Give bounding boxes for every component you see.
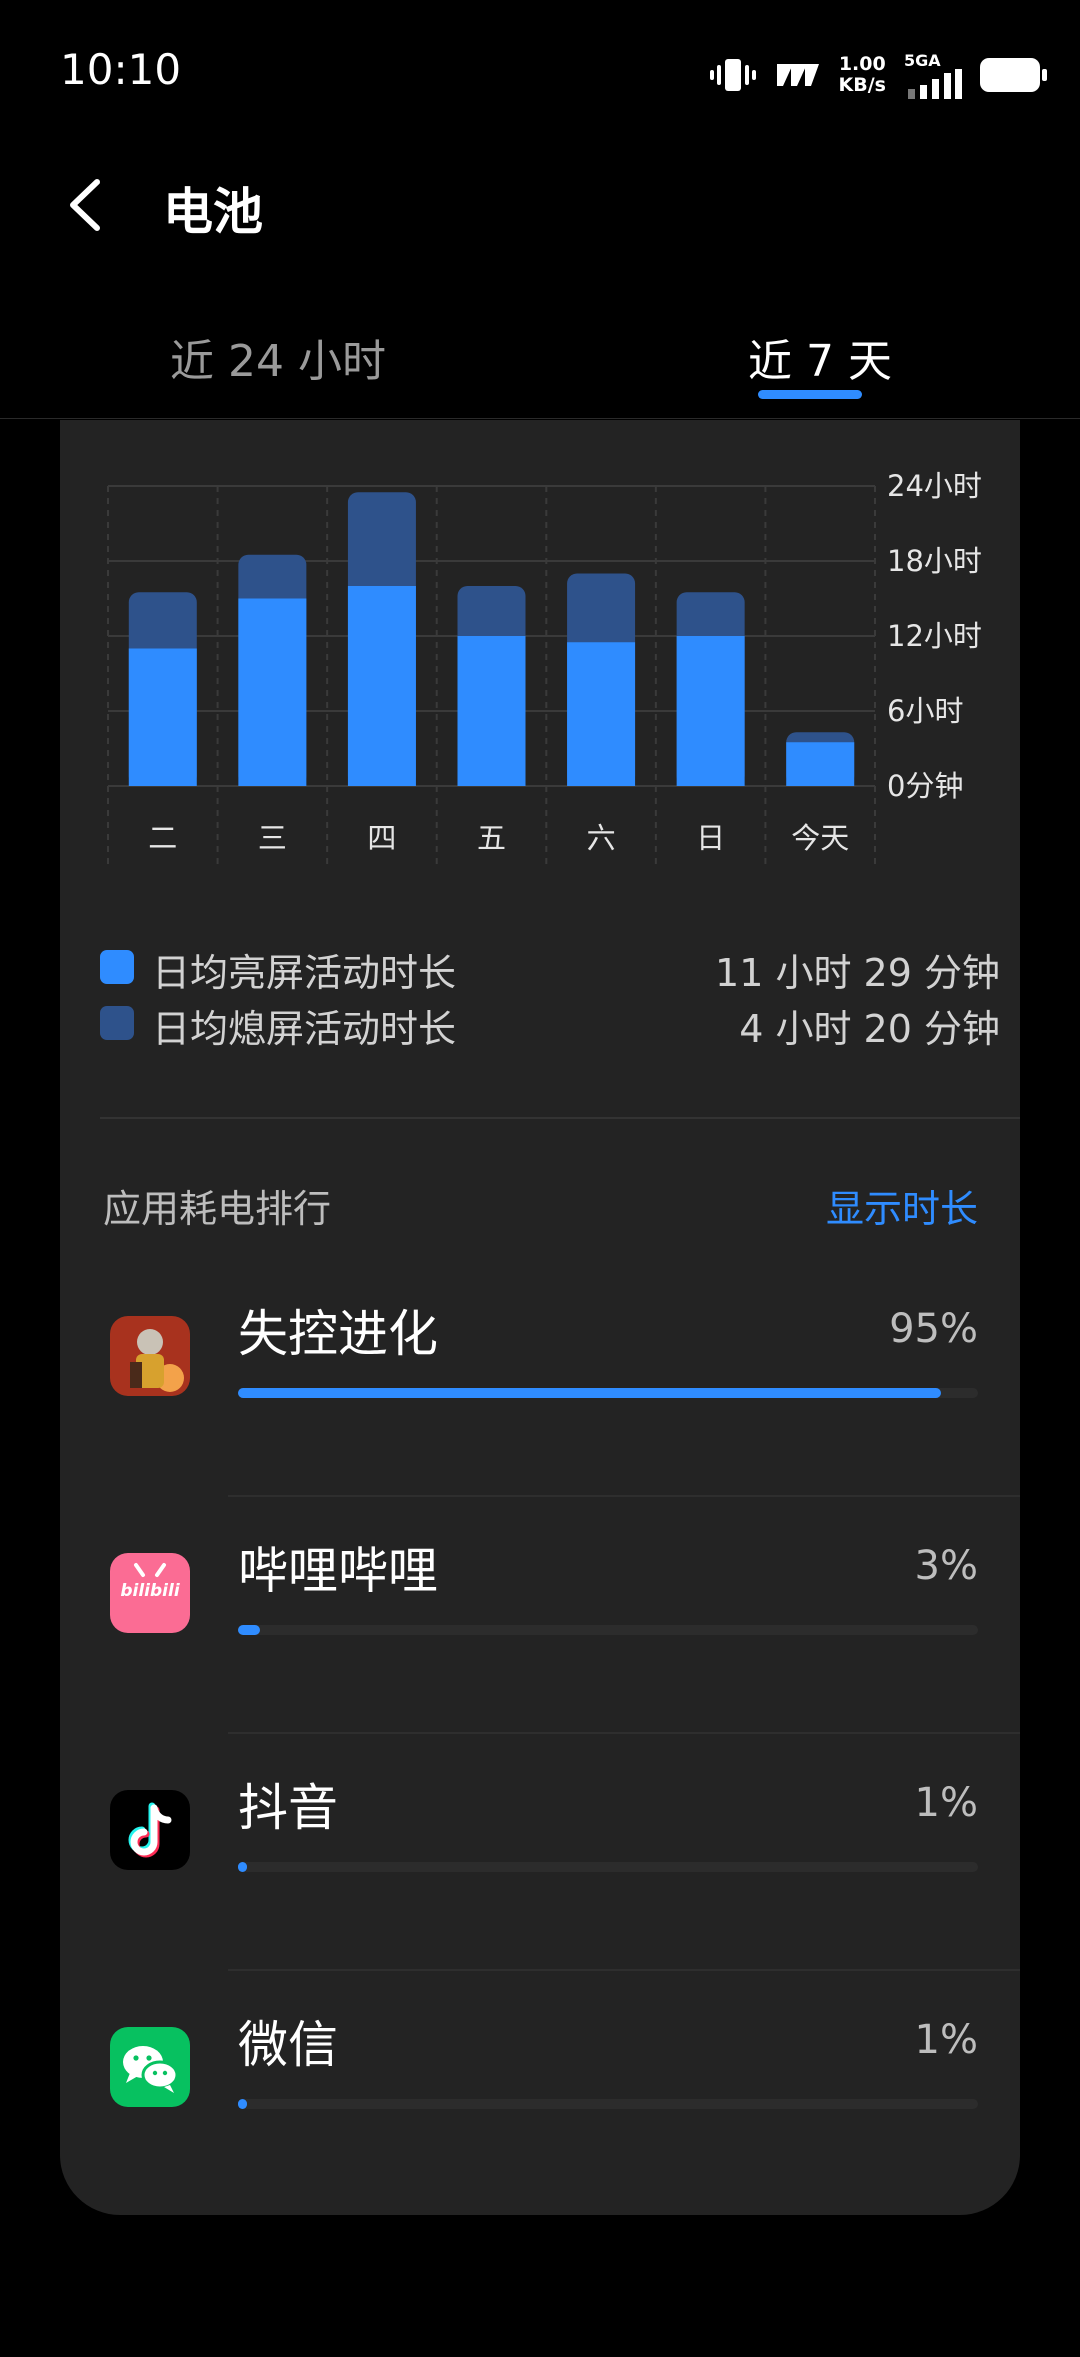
- legend-swatch-screen-off: [100, 1006, 134, 1040]
- bar-screen-on: [786, 742, 855, 786]
- x-tick-label: 六: [587, 821, 616, 855]
- usage-bar: [238, 2099, 978, 2109]
- x-tick-label: 今天: [791, 821, 849, 855]
- app-percent: 3%: [914, 1543, 978, 1589]
- x-tick-label: 日: [696, 821, 725, 855]
- legend-value-screen-on: 11 小时 29 分钟: [715, 951, 1000, 995]
- rust-game-icon: [110, 1316, 190, 1396]
- app-percent: 95%: [889, 1306, 978, 1352]
- page-title: 电池: [163, 183, 263, 241]
- back-button[interactable]: [55, 170, 125, 240]
- wechat-icon: [110, 2027, 190, 2107]
- legend-swatch-screen-on: [100, 950, 134, 984]
- app-row-wechat[interactable]: 微信 1%: [60, 1971, 1020, 2208]
- period-tabs: 近 24 小时 近 7 天: [0, 300, 1080, 419]
- x-tick-label: 五: [477, 821, 506, 855]
- usage-bar-fill: [238, 1388, 941, 1398]
- app-percent: 1%: [914, 2017, 978, 2063]
- y-tick-label: 0分钟: [887, 769, 963, 803]
- bilibili-icon-text: bilibili: [120, 1581, 180, 1601]
- app-percent: 1%: [914, 1780, 978, 1826]
- x-tick-label: 三: [258, 821, 287, 855]
- status-time: 10:10: [60, 45, 182, 94]
- battery-icon: [980, 58, 1047, 92]
- app-row-bilibili[interactable]: bilibili 哔哩哔哩 3%: [60, 1497, 1020, 1734]
- header: 电池: [0, 140, 1080, 270]
- app-name: 失控进化: [238, 1305, 438, 1363]
- usage-bar: [238, 1388, 978, 1398]
- legend-screen-on: 日均亮屏活动时长 11 小时 29 分钟: [100, 942, 1000, 995]
- network-type: 5GA: [904, 51, 941, 70]
- legend-value-screen-off: 4 小时 20 分钟: [739, 1007, 1000, 1051]
- app-name: 微信: [238, 2016, 338, 2074]
- nfc-icon: [776, 64, 819, 86]
- signal-group: 5GA: [904, 51, 962, 99]
- y-tick-label: 24小时: [887, 469, 982, 503]
- show-duration-button[interactable]: 显示时长: [826, 1178, 978, 1233]
- usage-bar: [238, 1862, 978, 1872]
- status-icons: 1.00 KB/s 5GA: [709, 50, 1047, 100]
- tab-indicator: [758, 390, 862, 399]
- y-tick-label: 12小时: [887, 619, 982, 653]
- net-speed-value: 1.00: [838, 53, 886, 75]
- usage-bar: [238, 1625, 978, 1635]
- y-tick-label: 6小时: [887, 694, 963, 728]
- legend-label-screen-on: 日均亮屏活动时长: [152, 951, 457, 995]
- usage-bar-fill: [238, 2099, 247, 2109]
- divider: [100, 1117, 1020, 1119]
- douyin-icon: [110, 1790, 190, 1870]
- x-tick-label: 二: [148, 821, 177, 855]
- app-name: 哔哩哔哩: [238, 1542, 438, 1600]
- bar-screen-on: [676, 636, 745, 786]
- status-bar: 10:10 1.00 KB/s 5GA: [0, 0, 1080, 140]
- signal-icon: [908, 69, 962, 99]
- tab-24-hours[interactable]: 近 24 小时: [170, 325, 386, 389]
- net-speed-unit: KB/s: [838, 74, 886, 96]
- y-tick-label: 18小时: [887, 544, 982, 578]
- app-row-rust[interactable]: 失控进化 95%: [60, 1260, 1020, 1497]
- bilibili-icon: bilibili: [110, 1553, 190, 1633]
- legend-label-screen-off: 日均熄屏活动时长: [152, 1007, 457, 1051]
- x-tick-label: 四: [367, 821, 396, 855]
- ranking-title: 应用耗电排行: [103, 1187, 332, 1231]
- bar-screen-on: [347, 586, 416, 786]
- bar-screen-on: [238, 598, 307, 786]
- usage-chart: 24小时 18小时 12小时 6小时 0分钟二 三 四 五 六 日 今天: [107, 469, 982, 866]
- app-name: 抖音: [238, 1779, 338, 1837]
- usage-bar-fill: [238, 1625, 261, 1635]
- legend-screen-off: 日均熄屏活动时长 4 小时 20 分钟: [100, 998, 1000, 1051]
- usage-bar-fill: [238, 1862, 247, 1872]
- bar-screen-on: [128, 648, 197, 786]
- app-row-douyin[interactable]: 抖音 1%: [60, 1734, 1020, 1971]
- bar-screen-on: [567, 642, 636, 786]
- net-speed: 1.00 KB/s: [839, 54, 886, 96]
- tab-7-days[interactable]: 近 7 天: [748, 325, 892, 389]
- vibrate-icon: [709, 59, 756, 91]
- bar-screen-on: [457, 636, 526, 786]
